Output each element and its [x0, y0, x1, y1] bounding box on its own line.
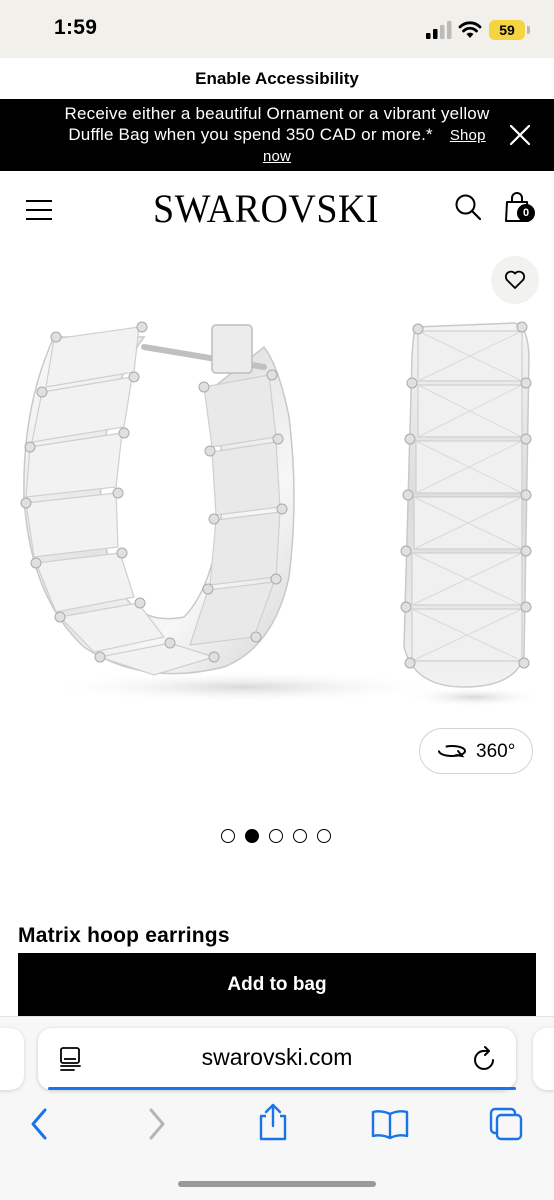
swarovski-logo[interactable]: SWAROVSKI: [146, 185, 385, 232]
page-load-progress: [48, 1087, 516, 1090]
url-text: swarovski.com: [201, 1044, 353, 1070]
enable-accessibility-link[interactable]: Enable Accessibility: [0, 58, 554, 99]
promo-banner: Receive either a beautiful Ornament or a…: [0, 99, 554, 171]
view-360-button[interactable]: 360°: [419, 728, 533, 774]
view-360-label: 360°: [476, 741, 516, 762]
home-indicator: [178, 1181, 376, 1187]
tabs-icon[interactable]: [488, 1106, 524, 1142]
previous-tab-preview[interactable]: [0, 1028, 24, 1090]
bookmarks-icon[interactable]: [370, 1108, 410, 1140]
status-bar: 1:59 59: [0, 0, 554, 58]
wifi-icon: [458, 21, 482, 38]
forward-icon[interactable]: [146, 1106, 168, 1142]
wishlist-button[interactable]: [491, 256, 539, 304]
earrings-photo: [20, 321, 544, 707]
close-icon[interactable]: [510, 125, 530, 145]
battery-icon: 59: [489, 20, 525, 40]
reload-icon[interactable]: [472, 1045, 498, 1073]
promo-text-block: Receive either a beautiful Ornament or a…: [62, 104, 492, 168]
product-title: Matrix hoop earrings: [18, 924, 230, 947]
add-to-bag-button[interactable]: Add to bag: [18, 953, 536, 1017]
heart-icon: [504, 270, 526, 289]
next-tab-preview[interactable]: [533, 1028, 554, 1090]
cellular-signal-icon: [426, 21, 452, 39]
bag-count-badge: 0: [517, 204, 535, 222]
carousel-dot[interactable]: [317, 829, 331, 843]
promo-message: Receive either a beautiful Ornament or a…: [64, 104, 490, 144]
status-time: 1:59: [54, 16, 98, 39]
site-header: SWAROVSKI: [0, 171, 554, 247]
search-icon[interactable]: [454, 193, 482, 221]
carousel-pagination: [221, 829, 331, 845]
address-bar[interactable]: swarovski.com: [38, 1028, 516, 1090]
carousel-dot-active[interactable]: [245, 829, 259, 843]
hamburger-menu-icon[interactable]: [26, 200, 52, 220]
battery-nub: [527, 26, 530, 34]
rotate-360-icon: [438, 745, 466, 758]
carousel-dot[interactable]: [293, 829, 307, 843]
back-icon[interactable]: [28, 1106, 50, 1142]
carousel-dot[interactable]: [269, 829, 283, 843]
share-icon[interactable]: [256, 1102, 290, 1142]
product-image[interactable]: [14, 247, 544, 722]
carousel-dot[interactable]: [221, 829, 235, 843]
